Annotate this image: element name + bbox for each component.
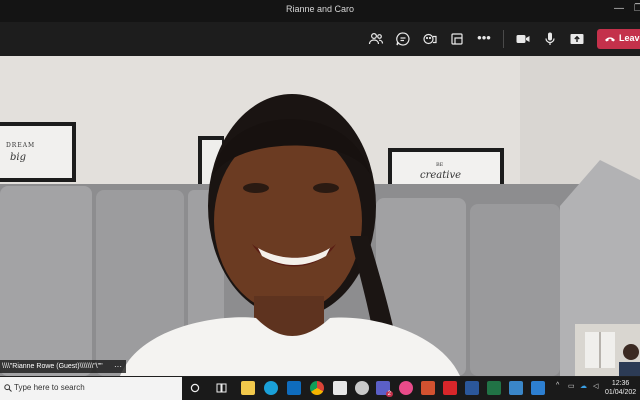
teams-badge: 2 [385,391,393,397]
photos-icon[interactable] [399,381,413,395]
self-view-video[interactable] [575,324,640,376]
powerpoint-icon[interactable] [421,381,435,395]
people-icon[interactable] [368,31,384,47]
edge-icon[interactable] [264,381,278,395]
windows-taskbar: Type here to search 2 ^ ▭ ☁ ◁ 12:36 01/0… [0,377,640,400]
leave-label: Leave [619,33,640,43]
notepad-icon[interactable] [333,381,347,395]
cortana-icon[interactable] [190,383,200,393]
file-explorer-icon[interactable] [241,381,255,395]
remote-desktop-icon[interactable] [509,381,523,395]
leave-button[interactable]: Leave [597,29,640,49]
share-tray-icon[interactable] [449,31,465,47]
system-clock[interactable]: 12:36 01/04/202 [605,379,636,397]
frame-left-text: DREAM [6,142,36,149]
excel-icon[interactable] [487,381,501,395]
frame-right-text: BE [436,162,444,168]
more-icon[interactable]: ••• [476,31,492,47]
window-title: Rianne and Caro [285,4,355,14]
taskbar-search[interactable]: Type here to search [0,377,182,400]
frame-left-script: big [10,152,27,163]
task-view-icon[interactable] [216,383,227,393]
search-icon [4,384,12,392]
battery-icon[interactable]: ▭ [568,382,575,390]
participant-more-button[interactable]: ··· [114,360,122,373]
word-icon[interactable] [465,381,479,395]
microphone-icon[interactable] [542,31,558,47]
teams-icon[interactable]: 2 [376,381,393,397]
chat-icon[interactable] [395,31,411,47]
onedrive-icon[interactable]: ☁ [580,382,587,390]
media-icon[interactable] [531,381,545,395]
outlook-icon[interactable] [287,381,301,395]
volume-icon[interactable]: ◁ [593,382,598,390]
tray-chevron-icon[interactable]: ^ [556,382,559,389]
meeting-toolbar: ••• [0,22,640,56]
acrobat-icon[interactable] [443,381,457,395]
phone-hangup-icon [605,37,615,42]
minimize-button[interactable]: — [614,3,624,14]
share-screen-icon[interactable] [569,31,585,47]
snipping-icon[interactable] [355,381,369,395]
toolbar-separator [503,30,504,48]
participant-name: \\\\"Rianne Rowe (Guest)\\\\\\\"\"" [2,363,103,370]
participant-name-tag: \\\\"Rianne Rowe (Guest)\\\\\\\"\"" ··· [0,360,126,373]
chrome-icon[interactable] [310,381,324,395]
title-bar: Rianne and Caro — ❐ [0,0,640,22]
restore-button[interactable]: ❐ [634,3,640,14]
camera-icon[interactable] [515,31,531,47]
video-frame-image [0,56,640,376]
search-placeholder: Type here to search [14,383,85,392]
clock-time: 12:36 [611,380,630,387]
reactions-icon[interactable] [422,31,438,47]
frame-right-script: creative [420,170,462,181]
clock-date: 01/04/202 [605,389,637,396]
self-view-image [575,324,640,376]
participant-video: \\\\"Rianne Rowe (Guest)\\\\\\\"\"" ··· … [0,56,640,376]
